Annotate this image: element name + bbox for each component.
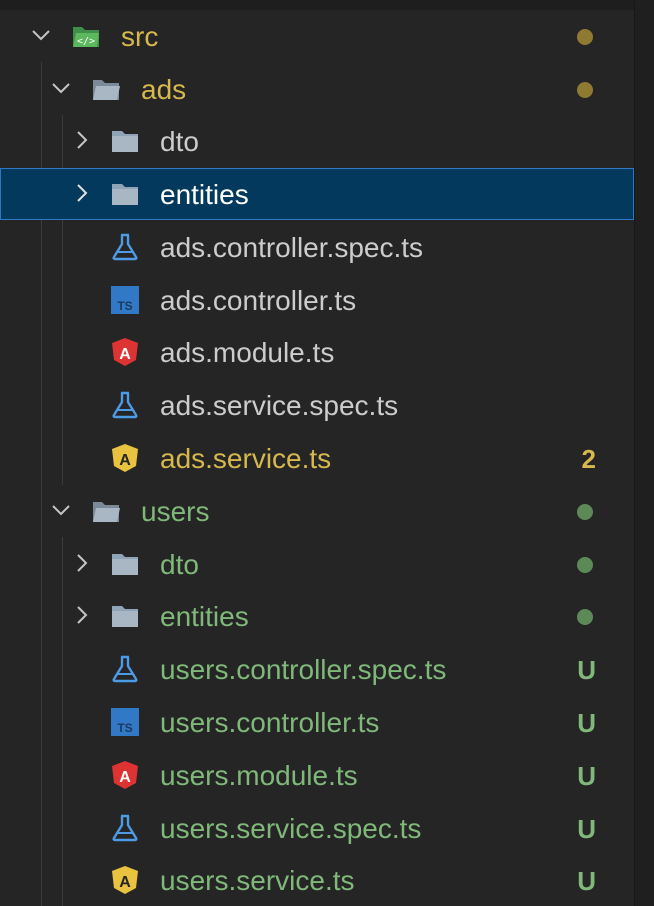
tree-row-users-service[interactable]: A users.service.ts U [0,854,634,906]
chevron-right-icon[interactable] [71,182,93,204]
test-flask-icon [112,233,138,261]
tree-row-users-controller-spec[interactable]: users.controller.spec.ts U [0,643,634,695]
folder-icon [112,554,138,575]
folder-icon [112,606,138,627]
status-dot-modified [577,29,593,45]
svg-text:A: A [119,452,131,469]
untracked-badge: U [577,655,596,685]
tree-item-label: src [121,21,159,52]
svg-text:A: A [119,346,131,363]
tree-item-label: entities [160,179,249,210]
tree-item-label: users.service.spec.ts [160,813,422,844]
folder-icon [112,131,138,152]
status-dot-untracked [577,557,593,573]
angular-module-icon: A [112,338,138,366]
tree-row-users-module[interactable]: A users.module.ts U [0,749,634,801]
typescript-icon: TS [111,286,139,314]
tree-row-users-service-spec[interactable]: users.service.spec.ts U [0,802,634,854]
vertical-scrollbar[interactable] [634,0,654,906]
angular-service-icon: A [112,866,138,894]
tree-row-ads-module[interactable]: A ads.module.ts [0,326,634,378]
test-flask-icon [112,391,138,419]
tree-item-label: ads.service.spec.ts [160,390,399,421]
folder-open-icon [93,80,120,100]
folder-open-icon [93,502,120,522]
tree-row-users-dto[interactable]: dto [0,538,634,590]
chevron-right-icon[interactable] [71,552,93,574]
tree-item-label: entities [160,601,249,632]
untracked-badge: U [577,814,596,844]
svg-text:A: A [119,769,131,786]
tree-item-label: dto [160,126,199,157]
tree-item-label: ads.controller.spec.ts [160,232,424,263]
angular-service-icon: A [112,444,138,472]
explorer-top-edge [0,0,634,10]
tree-row-users[interactable]: users [0,485,634,537]
problem-count-badge: 2 [581,444,596,474]
test-flask-icon [112,655,138,683]
tree-item-label: users.module.ts [160,760,358,791]
src-folder-icon: </> [73,27,99,47]
test-flask-icon [112,814,138,842]
tree-row-ads-controller-spec[interactable]: ads.controller.spec.ts [0,221,634,273]
tree-item-label: users.controller.spec.ts [160,654,447,685]
status-dot-untracked [577,504,593,520]
tree-item-label: users.controller.ts [160,707,380,738]
folder-icon [112,184,138,205]
tree-row-ads-dto[interactable]: dto [0,115,634,167]
chevron-down-icon[interactable] [50,499,72,521]
svg-text:TS: TS [117,299,132,313]
tree-item-label: dto [160,549,199,580]
svg-text:A: A [119,874,131,891]
chevron-right-icon[interactable] [71,604,93,626]
tree-row-ads[interactable]: ads [0,63,634,115]
status-dot-modified [577,82,593,98]
tree-item-label: ads.controller.ts [160,285,357,316]
file-explorer: </> src ads dto entities ads.controller.… [0,0,634,906]
chevron-down-icon[interactable] [50,77,72,99]
tree-row-ads-entities[interactable]: entities [0,168,634,220]
untracked-badge: U [577,708,596,738]
tree-row-ads-service[interactable]: A ads.service.ts 2 [0,432,634,484]
tree-row-users-controller[interactable]: TS users.controller.ts U [0,696,634,748]
tree-item-label: ads [141,74,187,105]
status-dot-untracked [577,609,593,625]
svg-text:</>: </> [77,36,95,47]
tree-row-ads-service-spec[interactable]: ads.service.spec.ts [0,379,634,431]
tree-item-label: users [141,496,210,527]
chevron-down-icon[interactable] [30,24,52,46]
tree-row-users-entities[interactable]: entities [0,590,634,642]
tree-item-label: users.service.ts [160,865,355,896]
chevron-right-icon[interactable] [71,129,93,151]
untracked-badge: U [577,761,596,791]
tree-item-label: ads.module.ts [160,337,335,368]
tree-row-src[interactable]: </> src [0,10,634,62]
tree-item-label: ads.service.ts [160,443,332,474]
svg-text:TS: TS [117,721,132,735]
tree-row-ads-controller[interactable]: TS ads.controller.ts [0,274,634,326]
typescript-icon: TS [111,708,139,736]
untracked-badge: U [577,866,596,896]
angular-module-icon: A [112,761,138,789]
